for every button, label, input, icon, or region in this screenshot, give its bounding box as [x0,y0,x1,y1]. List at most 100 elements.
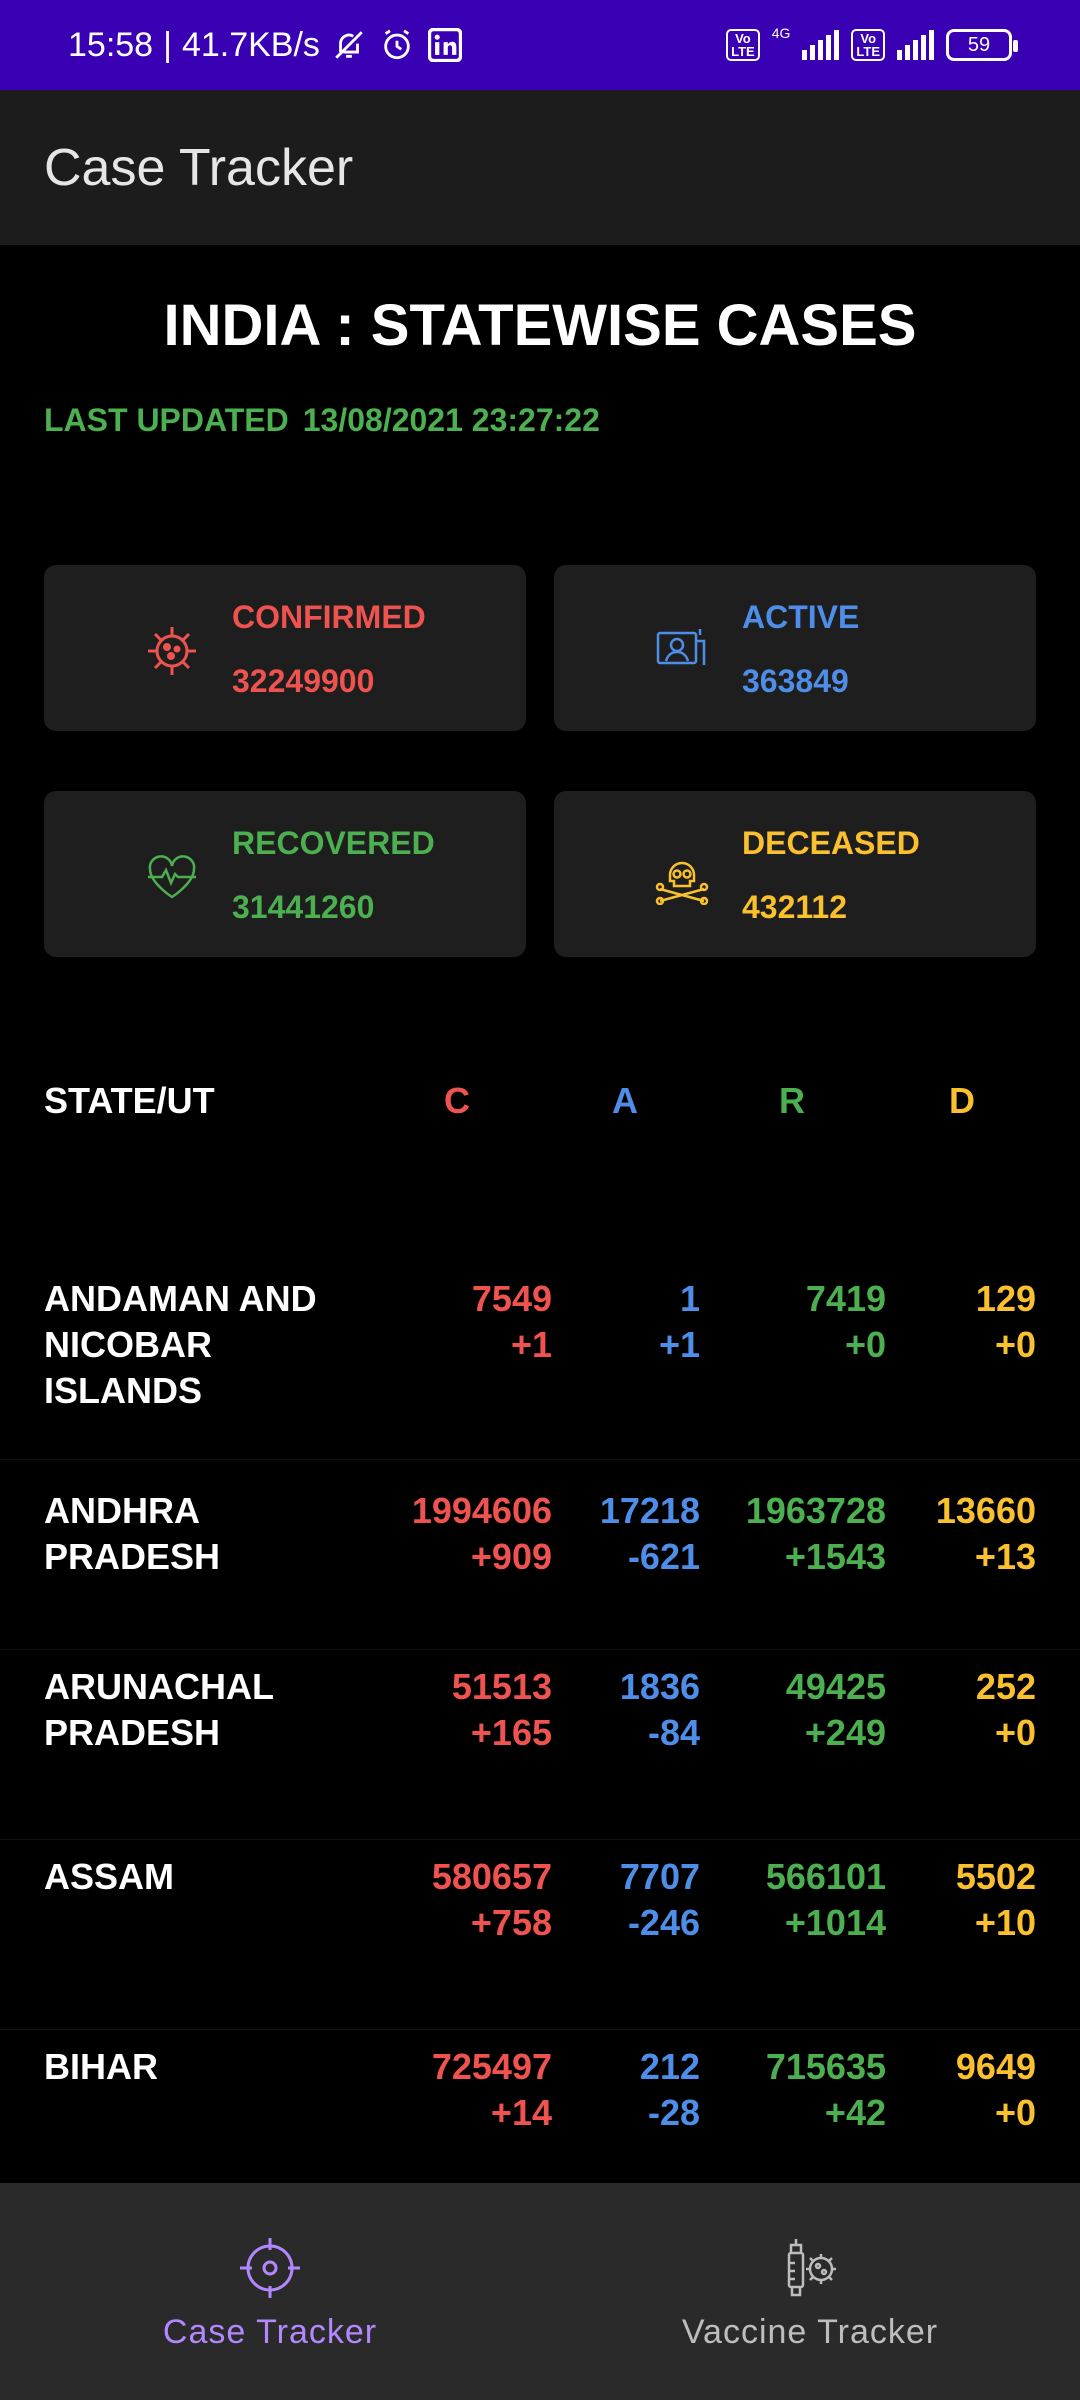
confirmed-delta: +1 [510,1324,552,1365]
table-row[interactable]: ANDHRA PRADESH 1994606 +909 17218 -621 196… [0,1460,1080,1650]
confirmed-total: 1994606 [411,1490,552,1531]
last-updated-value: 13/08/2021 23:27:22 [302,402,600,438]
state-name: ARUNACHAL PRADESH [44,1666,274,1753]
status-right: Vo LTE 4G Vo LTE 59 [726,25,1018,61]
bottom-nav: Case Tracker Vaccine Tracker [0,2183,1080,2400]
state-name: ANDHRA PRADESH [44,1490,221,1577]
nav-case-tracker-label: Case Tracker [162,2313,378,2351]
active-total: 17218 [599,1490,700,1531]
table-row[interactable]: ARUNACHAL PRADESH 51513 +165 1836 -84 4942… [0,1650,1080,1840]
last-updated-label: LAST UPDATED [44,402,289,438]
active-cell: 7707 -246 [620,1854,700,1946]
heartbeat-icon [148,855,196,899]
confirmed-cell: 725497 +14 [432,2044,552,2136]
confirmed-cell: 1994606 +909 [412,1488,552,1580]
deceased-value: 432112 [742,889,848,925]
bell-mute-icon [330,26,368,64]
confirmed-cell: 580657 +758 [432,1854,552,1946]
app-title: Case Tracker [44,138,354,197]
confirmed-total: 7549 [471,1278,552,1319]
deceased-delta: +0 [994,1324,1036,1365]
state-list[interactable]: ANDAMAN AND NICOBAR ISLANDS 7549 +1 1 +1 7… [0,1262,1080,2182]
recovered-cell: 7419 +0 [806,1276,886,1368]
table-header: STATE/UT C A R D [44,1080,1036,1130]
active-cell: 212 -28 [640,2044,700,2136]
nav-case-tracker[interactable]: Case Tracker [0,2183,540,2400]
battery-icon: 59 [946,29,1018,61]
active-delta: -28 [647,2092,700,2133]
active-cell: 1836 -84 [620,1664,700,1756]
active-cell: 17218 -621 [600,1488,700,1580]
deceased-cell: 9649 +0 [956,2044,1036,2136]
deceased-cell: 13660 +13 [936,1488,1036,1580]
linkedin-icon [426,26,464,64]
recovered-cell: 566101 +1014 [766,1854,886,1946]
status-left: 15:58 | 41.7KB/s [68,26,464,65]
active-value: 363849 [742,663,849,699]
table-row[interactable]: BIHAR 725497 +14 212 -28 715635 +42 9649 +0 [0,2030,1080,2182]
confirmed-card: CONFIRMED 32249900 [44,565,526,731]
header-active: A [612,1080,638,1121]
active-delta: -246 [627,1902,700,1943]
recovered-cell: 715635 +42 [766,2044,886,2136]
volte-icon: Vo LTE [726,29,760,61]
table-row[interactable]: ANDAMAN AND NICOBAR ISLANDS 7549 +1 1 +1 7… [0,1262,1080,1460]
network-type: 4G [771,25,791,41]
deceased-delta: +13 [974,1536,1036,1577]
deceased-delta: +0 [994,2092,1036,2133]
deceased-total: 5502 [955,1856,1036,1897]
header-state: STATE/UT [44,1080,215,1121]
confirmed-delta: +165 [470,1712,552,1753]
confirmed-total: 580657 [431,1856,552,1897]
nav-vaccine-tracker[interactable]: Vaccine Tracker [540,2183,1080,2400]
recovered-delta: +249 [804,1712,886,1753]
active-delta: +1 [658,1324,700,1365]
signal-icon [802,30,840,60]
recovered-cell: 1963728 +1543 [746,1488,886,1580]
confirmed-label: CONFIRMED [232,599,426,635]
state-name: BIHAR [44,2046,158,2087]
active-total: 1836 [619,1666,700,1707]
deceased-cell: 5502 +10 [956,1854,1036,1946]
header-confirmed: C [444,1080,470,1121]
volte-icon-2: Vo LTE [851,29,885,61]
status-separator: | [163,25,172,64]
battery-level: 59 [967,33,991,56]
recovered-total: 49425 [785,1666,886,1707]
state-name: ASSAM [44,1856,175,1897]
recovered-total: 566101 [765,1856,886,1897]
active-delta: -84 [647,1712,700,1753]
active-total: 1 [679,1278,700,1319]
virus-icon [148,627,196,675]
confirmed-cell: 7549 +1 [472,1276,552,1368]
table-row[interactable]: ASSAM 580657 +758 7707 -246 566101 +1014 55… [0,1840,1080,2030]
recovered-total: 7419 [805,1278,886,1319]
deceased-total: 13660 [935,1490,1036,1531]
confirmed-value: 32249900 [232,663,375,699]
recovered-total: 1963728 [745,1490,886,1531]
recovered-label: RECOVERED [232,825,435,861]
active-total: 7707 [619,1856,700,1897]
confirmed-total: 51513 [451,1666,552,1707]
deceased-label: DECEASED [742,825,920,861]
recovered-cell: 49425 +249 [786,1664,886,1756]
active-cell: 1 +1 [659,1276,700,1368]
recovered-card: RECOVERED 31441260 [44,791,526,957]
alarm-icon [378,26,416,64]
confirmed-delta: +758 [470,1902,552,1943]
confirmed-delta: +909 [470,1536,552,1577]
recovered-value: 31441260 [232,889,375,925]
last-updated: LAST UPDATED 13/08/2021 23:27:22 [44,402,600,439]
confirmed-delta: +14 [490,2092,552,2133]
recovered-delta: +1014 [784,1902,886,1943]
signal-icon-2 [897,30,934,60]
deceased-cell: 252 +0 [976,1664,1036,1756]
vaccine-icon [787,2239,836,2297]
deceased-total: 9649 [955,2046,1036,2087]
recovered-delta: +42 [824,2092,886,2133]
confirmed-cell: 51513 +165 [452,1664,552,1756]
deceased-delta: +0 [994,1712,1036,1753]
deceased-delta: +10 [974,1902,1036,1943]
status-bar: 15:58 | 41.7KB/s Vo LTE 4G Vo LTE 59 [0,0,1080,90]
state-name: ANDAMAN AND NICOBAR ISLANDS [44,1278,317,1411]
